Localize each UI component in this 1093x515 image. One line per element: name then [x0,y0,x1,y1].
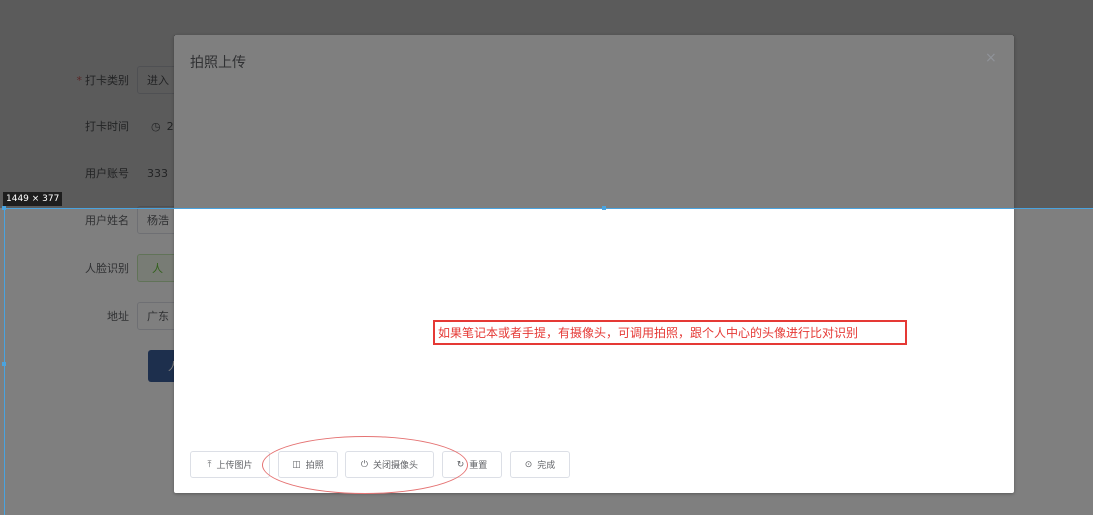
annotation-ellipse [262,436,468,494]
done-button[interactable]: ⊙ 完成 [510,451,570,478]
dialog-title: 拍照上传 [190,55,246,71]
measure-top-line [4,208,1093,209]
check-circle-icon: ⊙ [524,459,533,470]
upload-image-button[interactable]: ⤒ 上传图片 [190,451,270,478]
size-badge: 1449 × 377 [3,192,63,206]
dialog-header-dim [174,35,1014,208]
measure-handle [2,362,6,366]
measure-handle [2,206,6,210]
upload-icon: ⤒ [207,459,212,470]
close-icon[interactable]: × [985,50,997,66]
measure-handle [602,206,606,210]
annotation-note: 如果笔记本或者手提，有摄像头，可调用拍照，跟个人中心的头像进行比对识别 [433,320,907,345]
